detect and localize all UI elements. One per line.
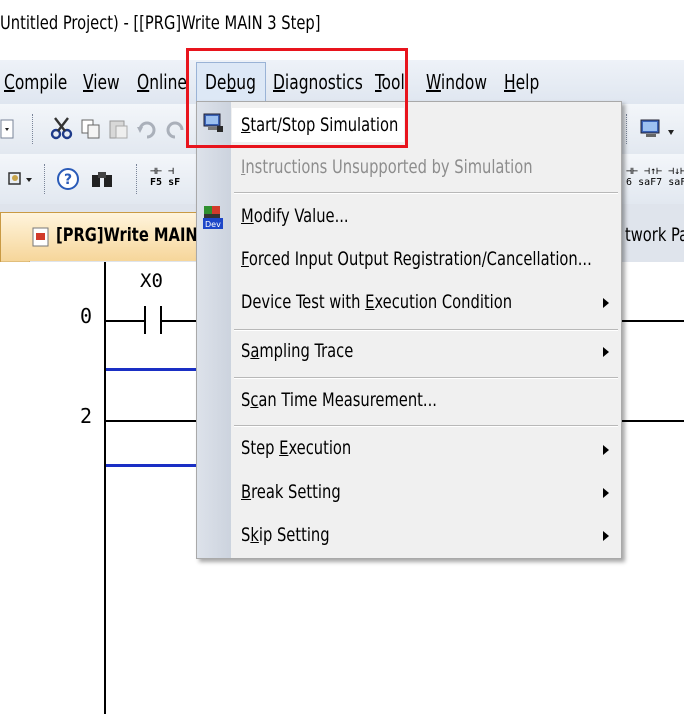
tab-network-partial[interactable]: twork Pa (625, 224, 684, 246)
menu-item-instructions-unsupported: Instructions Unsupported by Simulation (241, 156, 533, 178)
submenu-arrow-icon (603, 488, 609, 498)
submenu-arrow-icon (603, 531, 609, 541)
simulation-monitor-icon[interactable] (640, 118, 662, 140)
cursor-line-bottom (106, 464, 198, 467)
function-key-buttons[interactable]: ⊣⊢ ⊣↑⊢ ⊣↓⊢6 saF7 saF8 (626, 166, 684, 188)
row-step-number: 0 (80, 304, 93, 328)
toolbar-separator (136, 164, 139, 194)
rung-wire (106, 420, 198, 422)
menu-window[interactable]: Window (426, 70, 487, 94)
rung-wire (106, 320, 144, 322)
toolbar-dropdown-arrow-icon[interactable] (668, 130, 674, 136)
menu-view[interactable]: View (83, 70, 120, 94)
submenu-arrow-icon (603, 445, 609, 455)
menu-icon-gutter (197, 102, 231, 558)
svg-text:?: ? (64, 172, 72, 188)
window-title: Untitled Project) - [[PRG]Write MAIN 3 S… (0, 12, 321, 34)
menu-item-skip-setting[interactable]: Skip Setting (241, 524, 330, 546)
menu-separator (234, 329, 618, 331)
menu-item-forced-io-registration[interactable]: Forced Input Output Registration/Cancell… (241, 248, 592, 270)
rung-wire (162, 320, 198, 322)
toolbar-separator (32, 114, 35, 144)
menu-item-break-setting[interactable]: Break Setting (241, 481, 341, 503)
menu-online[interactable]: Online (137, 70, 187, 94)
binoculars-icon[interactable] (90, 167, 112, 189)
redo-icon[interactable] (164, 118, 186, 140)
submenu-arrow-icon (603, 347, 609, 357)
paste-icon[interactable] (108, 118, 130, 140)
submenu-arrow-icon (603, 298, 609, 308)
toolbar-separator (626, 114, 629, 144)
contact-device-label: X0 (140, 270, 163, 292)
cut-icon[interactable] (50, 116, 73, 140)
menu-item-device-test[interactable]: Device Test with Execution Condition (241, 291, 512, 313)
dropdown-stub-icon[interactable] (0, 118, 22, 140)
menu-item-modify-value[interactable]: Modify Value... (241, 205, 349, 227)
menu-item-step-execution[interactable]: Step Execution (241, 437, 351, 459)
row-step-number: 2 (80, 404, 93, 428)
menu-separator (234, 425, 618, 427)
device-search-icon[interactable] (6, 168, 32, 190)
cursor-line-top (106, 368, 198, 371)
rung-wire (620, 320, 684, 322)
left-power-rail (104, 262, 106, 714)
toolbar-separator (44, 164, 47, 194)
open-contact-button[interactable]: ⊣⊢ ⊣ F5 sF (150, 166, 180, 188)
help-icon[interactable]: ? (56, 167, 79, 190)
modify-value-dev-icon: Dev (202, 205, 226, 235)
menu-separator (234, 192, 618, 194)
menu-help[interactable]: Help (504, 70, 539, 94)
menu-compile[interactable]: Compile (4, 70, 67, 94)
rung-wire (620, 420, 684, 422)
tab-label: [PRG]Write MAIN (56, 224, 198, 246)
program-file-icon (32, 227, 50, 251)
annotation-highlight-box (186, 48, 408, 148)
contact-left-bar (144, 306, 146, 334)
menu-item-sampling-trace[interactable]: Sampling Trace (241, 340, 353, 362)
menu-separator (234, 377, 618, 379)
undo-icon[interactable] (136, 118, 158, 140)
menu-item-scan-time-measurement[interactable]: Scan Time Measurement... (241, 389, 437, 411)
copy-icon[interactable] (80, 118, 102, 140)
svg-text:Dev: Dev (205, 220, 221, 229)
